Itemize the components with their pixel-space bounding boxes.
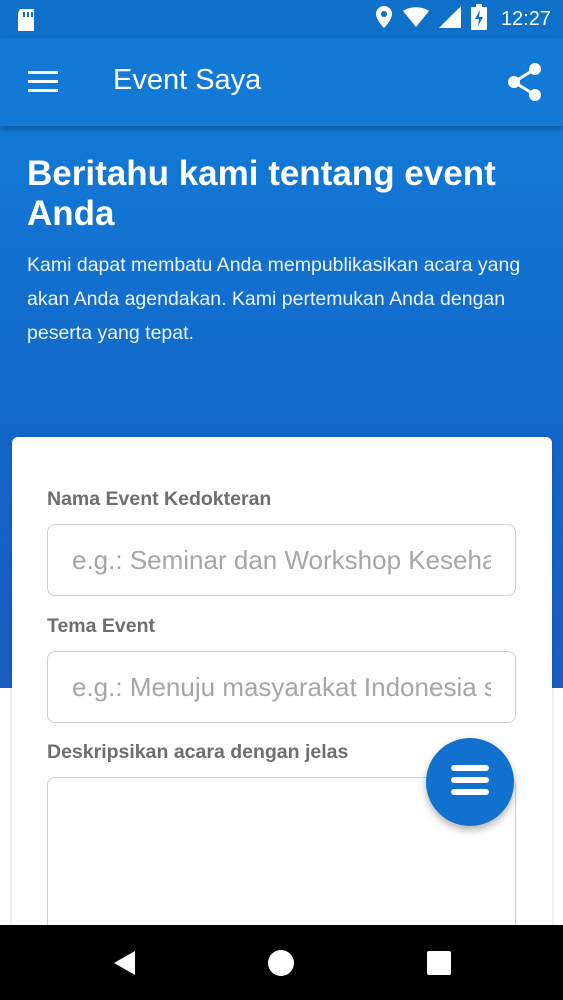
event-form-card: Nama Event Kedokteran Tema Event Deskrip…: [12, 437, 552, 947]
description-label: Deskripsikan acara dengan jelas: [47, 741, 349, 763]
share-icon[interactable]: [505, 60, 545, 104]
menu-lines-icon: [450, 762, 490, 803]
hamburger-menu-icon[interactable]: [26, 68, 62, 96]
signal-icon: [438, 5, 461, 33]
app-title: Event Saya: [113, 64, 262, 96]
battery-charging-icon: [470, 3, 487, 35]
location-icon: [375, 5, 393, 33]
wifi-icon: [402, 6, 429, 32]
recents-icon[interactable]: [425, 949, 453, 977]
status-time: 12:27: [500, 7, 551, 30]
app-bar: Event Saya: [0, 38, 563, 126]
event-name-label: Nama Event Kedokteran: [47, 488, 272, 510]
fab-menu-button[interactable]: [426, 738, 514, 826]
home-icon[interactable]: [267, 949, 295, 977]
back-icon[interactable]: [111, 949, 139, 977]
hero-title: Beritahu kami tentang event Anda: [27, 154, 496, 233]
event-theme-input[interactable]: [47, 651, 516, 723]
hero-description: Kami dapat membatu Anda mempublikasikan …: [27, 254, 521, 344]
status-bar: 12:27: [0, 0, 563, 38]
event-name-input[interactable]: [47, 524, 516, 596]
sd-card-icon: [16, 9, 36, 36]
navigation-bar: [0, 925, 563, 1000]
event-theme-label: Tema Event: [47, 615, 156, 637]
